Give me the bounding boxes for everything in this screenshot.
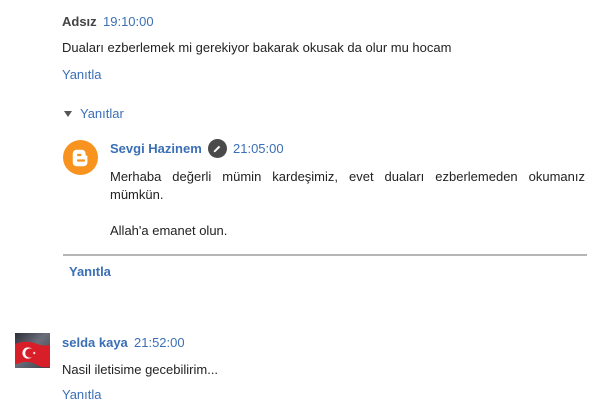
reply-timestamp-link[interactable]: 21:05:00 xyxy=(233,141,284,156)
comment-timestamp-link[interactable]: 21:52:00 xyxy=(134,335,185,350)
comment-text: Nasil iletisime gecebilirim... xyxy=(62,362,219,377)
caret-down-icon xyxy=(64,110,72,117)
thread-reply-link[interactable]: Yanıtla xyxy=(69,264,111,279)
reply-text: Merhaba değerli mümin kardeşimiz, evet d… xyxy=(110,168,585,240)
reply-link[interactable]: Yanıtla xyxy=(62,67,102,82)
reply-link[interactable]: Yanıtla xyxy=(62,387,102,402)
comment-timestamp-link[interactable]: 19:10:00 xyxy=(103,14,154,29)
comment-author-link[interactable]: selda kaya xyxy=(62,335,128,350)
reply-paragraph: Merhaba değerli mümin kardeşimiz, evet d… xyxy=(110,169,585,202)
pencil-icon xyxy=(208,139,227,158)
replies-toggle-label: Yanıtlar xyxy=(80,106,124,121)
replies-toggle[interactable]: Yanıtlar xyxy=(62,106,124,121)
blogger-logo-icon xyxy=(72,149,87,166)
comment-text: Duaları ezberlemek mi gerekiyor bakarak … xyxy=(62,40,452,55)
reply-author-link[interactable]: Sevgi Hazinem xyxy=(110,141,202,156)
reply-paragraph: Allah'a emanet olun. xyxy=(110,223,228,238)
turkish-flag-avatar[interactable] xyxy=(15,333,50,368)
blogger-icon[interactable] xyxy=(63,140,98,175)
thread-divider xyxy=(63,254,587,256)
comment-author: Adsız xyxy=(62,14,97,29)
